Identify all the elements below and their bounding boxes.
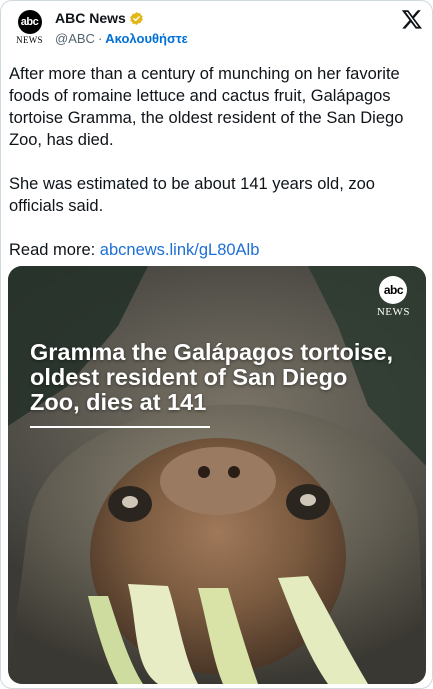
- tortoise-illustration: [8, 266, 426, 684]
- article-link[interactable]: abcnews.link/gL80Alb: [100, 241, 260, 259]
- avatar[interactable]: abc NEWS: [9, 7, 50, 48]
- tweet-text: After more than a century of munching on…: [9, 63, 427, 261]
- handle[interactable]: @ABC: [55, 31, 95, 46]
- x-logo-icon[interactable]: [401, 8, 423, 30]
- display-name[interactable]: ABC News: [55, 10, 126, 26]
- read-more-label: Read more:: [9, 241, 100, 259]
- headline-underline: [30, 426, 210, 428]
- media-abc-logo: abc: [379, 276, 408, 304]
- verified-badge-icon: [129, 11, 144, 26]
- avatar-news-wordmark: NEWS: [16, 35, 43, 45]
- follow-button[interactable]: Ακολουθήστε: [105, 31, 188, 46]
- separator-dot: ·: [97, 31, 103, 46]
- media-news-wordmark: NEWS: [376, 306, 410, 318]
- tweet-paragraph-2: She was estimated to be about 141 years …: [9, 175, 375, 215]
- avatar-abc-logo: abc: [17, 10, 42, 34]
- read-more-line: Read more: abcnews.link/gL80Alb: [9, 239, 427, 261]
- tweet-card[interactable]: abc NEWS ABC News @ABC · Ακολουθήστε Aft…: [0, 0, 433, 689]
- media-headline: Gramma the Galápagos tortoise, oldest re…: [30, 339, 394, 415]
- media-abc-news-logo: abc NEWS: [377, 276, 410, 318]
- tweet-media-image[interactable]: abc NEWS Gramma the Galápagos tortoise, …: [8, 266, 426, 684]
- name-row: ABC News: [55, 10, 144, 26]
- tweet-paragraph-1: After more than a century of munching on…: [9, 65, 404, 149]
- handle-row: @ABC · Ακολουθήστε: [55, 31, 188, 46]
